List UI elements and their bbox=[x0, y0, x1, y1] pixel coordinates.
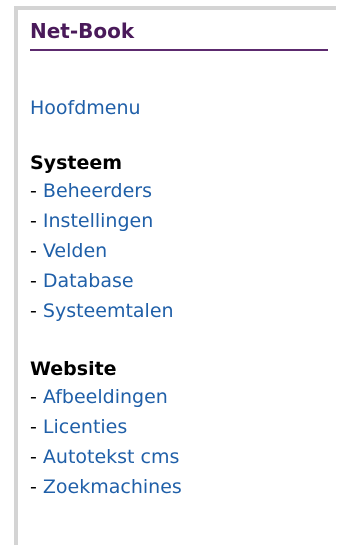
link-instellingen[interactable]: Instellingen bbox=[43, 210, 153, 232]
title-divider bbox=[30, 49, 328, 51]
bullet-dash: - bbox=[30, 270, 43, 292]
link-systeemtalen[interactable]: Systeemtalen bbox=[43, 300, 174, 322]
link-autotekst-cms[interactable]: Autotekst cms bbox=[43, 446, 180, 468]
section-title-website: Website bbox=[30, 358, 117, 380]
main-menu-link[interactable]: Hoofdmenu bbox=[30, 96, 328, 120]
list-item: - Velden bbox=[30, 236, 328, 266]
bullet-dash: - bbox=[30, 446, 43, 468]
bullet-dash: - bbox=[30, 240, 43, 262]
list-item: - Autotekst cms bbox=[30, 442, 328, 472]
sidebar-content: Net-Book Hoofdmenu Systeem - Beheerders … bbox=[30, 18, 328, 502]
link-beheerders[interactable]: Beheerders bbox=[43, 180, 152, 202]
list-item: - Afbeeldingen bbox=[30, 382, 328, 412]
link-zoekmachines[interactable]: Zoekmachines bbox=[43, 476, 182, 498]
systeem-menu: - Beheerders - Instellingen - Velden - D… bbox=[30, 176, 328, 326]
sidebar-panel: Net-Book Hoofdmenu Systeem - Beheerders … bbox=[14, 6, 336, 545]
bullet-dash: - bbox=[30, 210, 43, 232]
bullet-dash: - bbox=[30, 300, 43, 322]
app-title: Net-Book bbox=[30, 19, 135, 43]
list-item: - Beheerders bbox=[30, 176, 328, 206]
website-menu: - Afbeeldingen - Licenties - Autotekst c… bbox=[30, 382, 328, 502]
list-item: - Instellingen bbox=[30, 206, 328, 236]
list-item: - Database bbox=[30, 266, 328, 296]
list-item: - Licenties bbox=[30, 412, 328, 442]
link-velden[interactable]: Velden bbox=[43, 240, 107, 262]
bullet-dash: - bbox=[30, 180, 43, 202]
link-afbeeldingen[interactable]: Afbeeldingen bbox=[43, 386, 168, 408]
bullet-dash: - bbox=[30, 416, 43, 438]
list-item: - Zoekmachines bbox=[30, 472, 328, 502]
link-licenties[interactable]: Licenties bbox=[43, 416, 127, 438]
section-title-systeem: Systeem bbox=[30, 152, 123, 174]
bullet-dash: - bbox=[30, 476, 43, 498]
list-item: - Systeemtalen bbox=[30, 296, 328, 326]
bullet-dash: - bbox=[30, 386, 43, 408]
link-database[interactable]: Database bbox=[43, 270, 134, 292]
